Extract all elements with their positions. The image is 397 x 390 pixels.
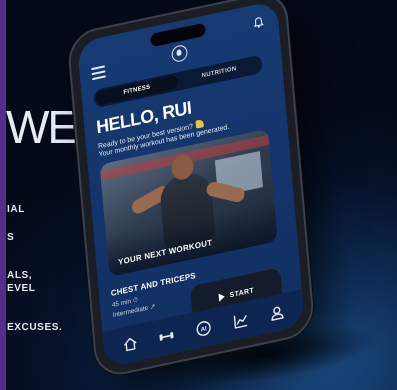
chart-icon[interactable]	[231, 310, 250, 332]
dynamic-island	[150, 22, 206, 48]
dumbbell-icon[interactable]	[157, 325, 176, 347]
clock-icon: ⏱	[132, 296, 139, 305]
side-text-line-1: IAL	[7, 204, 25, 215]
svg-text:AI: AI	[201, 326, 208, 333]
app-screen: FITNESS NUTRITION HELLO, RUI Ready to be…	[77, 0, 305, 368]
side-text-line-3: ALS,	[7, 270, 33, 281]
promo-background: WER IAL S ALS, EVEL EXCUSES. FITNESS NUT…	[0, 0, 397, 390]
home-icon[interactable]	[120, 333, 139, 355]
play-icon	[218, 292, 226, 302]
trend-icon: ↗	[149, 303, 156, 312]
side-text-line-5: EXCUSES.	[7, 322, 63, 333]
workout-title: CHEST AND TRICEPS	[110, 271, 197, 299]
side-text-line-2: S	[7, 232, 15, 243]
phone-mockup: FITNESS NUTRITION HELLO, RUI Ready to be…	[66, 0, 316, 380]
apple-logo-icon	[171, 43, 189, 64]
menu-icon[interactable]	[91, 65, 106, 81]
tab-nutrition[interactable]: NUTRITION	[177, 57, 260, 89]
accent-strip	[0, 0, 6, 390]
side-text-line-4: EVEL	[7, 283, 36, 294]
ai-icon[interactable]: AI	[194, 318, 213, 340]
duration-text: 45 min	[111, 298, 132, 310]
start-button-label: START	[229, 286, 255, 299]
profile-icon[interactable]	[268, 302, 287, 324]
bell-icon[interactable]	[252, 15, 265, 30]
